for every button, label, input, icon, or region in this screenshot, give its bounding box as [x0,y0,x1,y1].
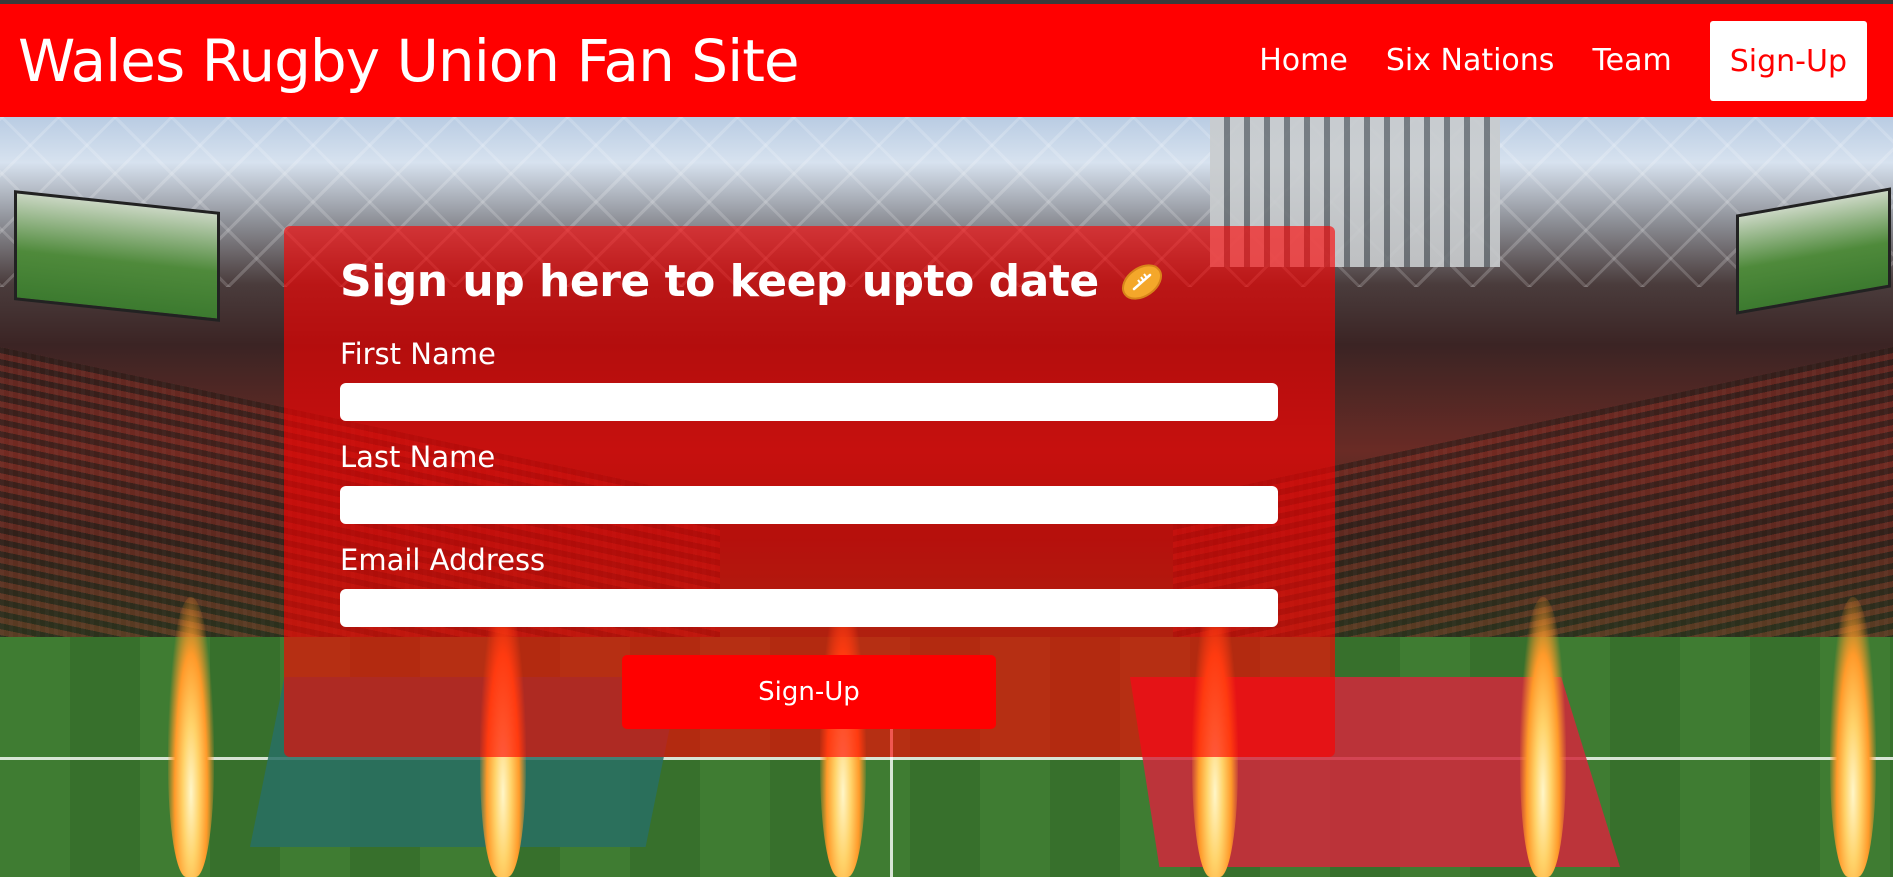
first-name-input[interactable] [340,383,1278,421]
last-name-label: Last Name [340,440,496,474]
sign-up-submit-button[interactable]: Sign-Up [622,655,996,729]
nav-link-team[interactable]: Team [1592,45,1671,76]
nav-link-home[interactable]: Home [1259,45,1348,76]
last-name-input[interactable] [340,486,1278,524]
rugby-ball-icon [1119,262,1165,302]
big-screen-left [14,190,220,322]
nav-link-six-nations[interactable]: Six Nations [1386,45,1555,76]
email-label: Email Address [340,543,546,577]
email-input[interactable] [340,589,1278,627]
signup-form: Sign up here to keep upto date First Nam… [284,226,1335,757]
pyro-flame [1830,597,1876,877]
pyro-flame [168,597,214,877]
nav-link-sign-up[interactable]: Sign-Up [1709,20,1867,101]
form-title-text: Sign up here to keep upto date [340,256,1099,307]
pyro-flame [1520,597,1566,877]
first-name-label: First Name [340,337,496,371]
navbar: Wales Rugby Union Fan Site Home Six Nati… [0,4,1893,117]
form-title: Sign up here to keep upto date [340,260,1279,304]
nav-links: Home Six Nations Team Sign-Up [1221,20,1867,101]
site-title[interactable]: Wales Rugby Union Fan Site [18,32,800,90]
